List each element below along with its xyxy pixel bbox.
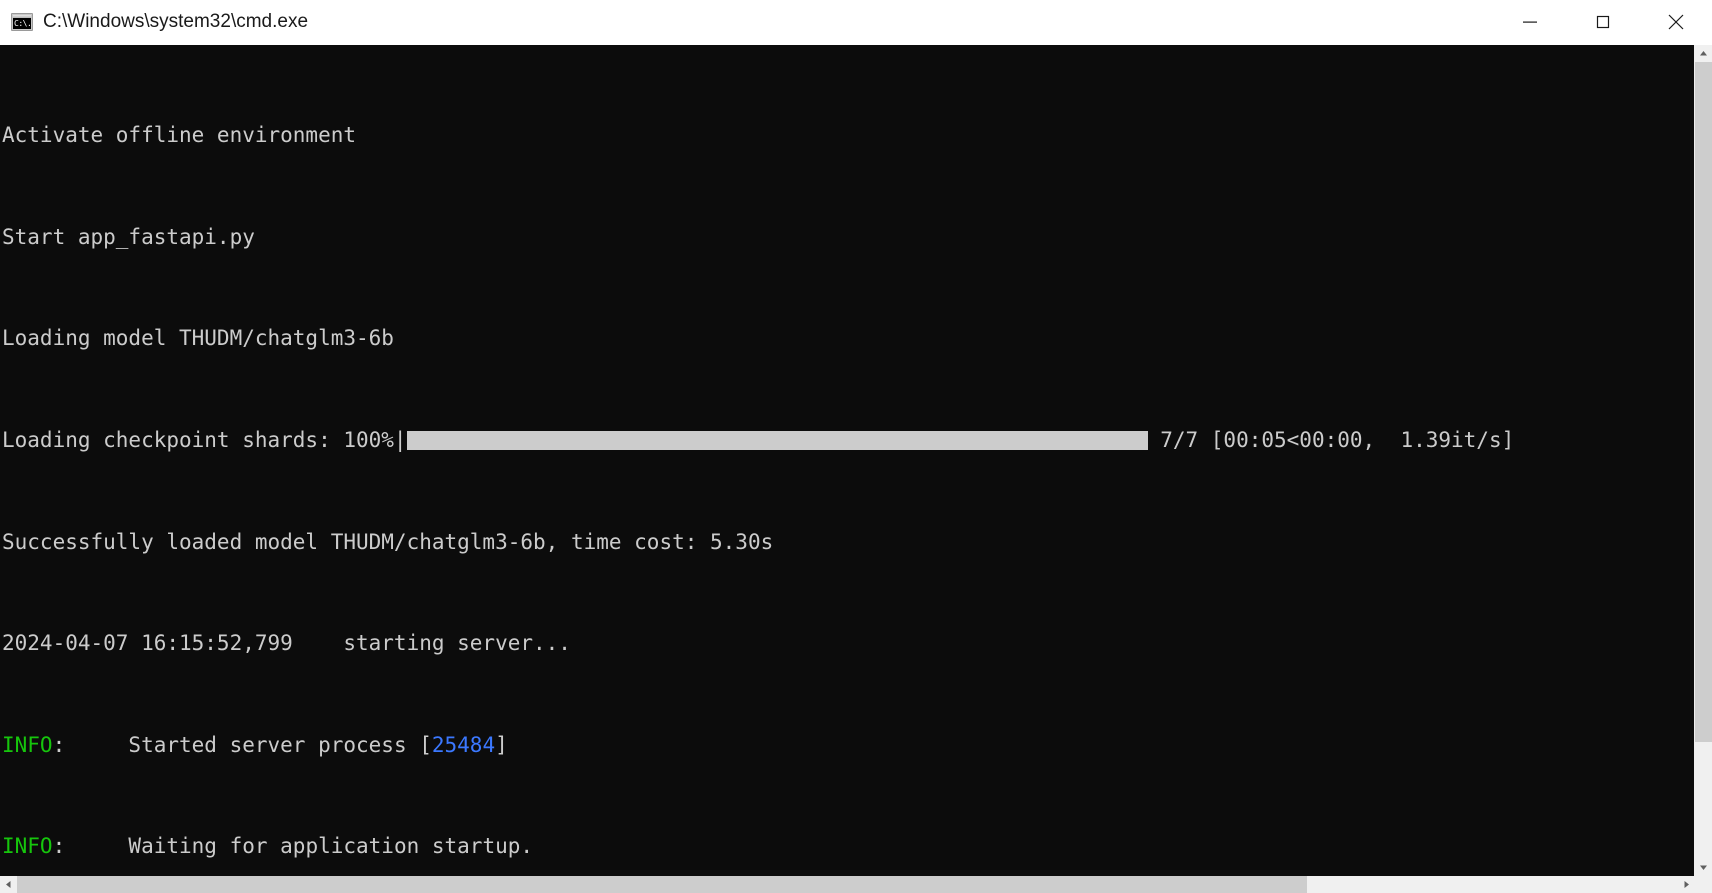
vertical-scrollbar-thumb[interactable] bbox=[1695, 62, 1712, 742]
close-button[interactable] bbox=[1639, 0, 1712, 44]
vertical-scrollbar[interactable] bbox=[1694, 45, 1712, 876]
console-line-start-script: Start app_fastapi.py bbox=[2, 224, 255, 249]
minimize-button[interactable] bbox=[1493, 0, 1566, 44]
horizontal-scrollbar-thumb[interactable] bbox=[17, 876, 1307, 893]
console-area: Activate offline environment Start app_f… bbox=[0, 45, 1712, 876]
vertical-scrollbar-track[interactable] bbox=[1695, 62, 1712, 859]
log-message: : Waiting for application startup. bbox=[52, 834, 534, 859]
cmd-window: C:\. C:\Windows\system32\cmd.exe Activat… bbox=[0, 0, 1712, 893]
progress-stats: 7/7 [00:05<00:00, 1.39it/s] bbox=[1147, 428, 1515, 453]
console-line-progress: Loading checkpoint shards: 100%| 7/7 [00… bbox=[2, 428, 1694, 453]
window-controls bbox=[1493, 0, 1712, 44]
close-icon bbox=[1668, 14, 1683, 30]
server-process-pid: 25484 bbox=[431, 732, 496, 757]
cmd-console-icon: C:\. bbox=[11, 13, 33, 31]
console-line-info-waiting: INFO: Waiting for application startup. bbox=[2, 834, 1694, 859]
maximize-icon bbox=[1596, 15, 1609, 29]
scroll-left-arrow-icon[interactable] bbox=[0, 876, 17, 893]
console-line-model-loaded: Successfully loaded model THUDM/chatglm3… bbox=[2, 529, 774, 554]
scrollbar-corner bbox=[1695, 876, 1712, 893]
console-line-server-timestamp: 2024-04-07 16:15:52,799 starting server.… bbox=[2, 631, 571, 656]
window-title: C:\Windows\system32\cmd.exe bbox=[43, 11, 309, 32]
progress-label: Loading checkpoint shards: 100%| bbox=[2, 428, 407, 453]
horizontal-scrollbar-track[interactable] bbox=[17, 876, 1678, 893]
maximize-button[interactable] bbox=[1566, 0, 1639, 44]
icon-prompt-text: C:\. bbox=[13, 18, 32, 29]
horizontal-scrollbar[interactable] bbox=[0, 876, 1712, 893]
log-level-info: INFO bbox=[2, 732, 53, 757]
console-line-info-started: INFO: Started server process [25484] bbox=[2, 733, 1694, 758]
console-text: Activate offline environment Start app_f… bbox=[0, 45, 1694, 876]
minimize-icon bbox=[1522, 21, 1537, 23]
progress-bar-fill bbox=[406, 431, 1148, 451]
title-bar[interactable]: C:\. C:\Windows\system32\cmd.exe bbox=[0, 0, 1712, 45]
log-message-tail: ] bbox=[495, 732, 508, 757]
console-output[interactable]: Activate offline environment Start app_f… bbox=[0, 45, 1694, 876]
console-line-loading-model: Loading model THUDM/chatglm3-6b bbox=[2, 326, 394, 351]
console-line-activate: Activate offline environment bbox=[2, 123, 357, 148]
scroll-up-arrow-icon[interactable] bbox=[1695, 45, 1712, 62]
log-level-info: INFO bbox=[2, 834, 53, 859]
scroll-down-arrow-icon[interactable] bbox=[1695, 859, 1712, 876]
log-message: : Started server process [ bbox=[52, 732, 432, 757]
scroll-right-arrow-icon[interactable] bbox=[1678, 876, 1695, 893]
